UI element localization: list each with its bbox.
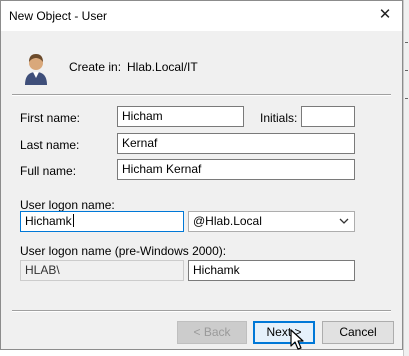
- cancel-button[interactable]: Cancel: [322, 321, 394, 344]
- separator: [12, 94, 391, 96]
- back-button[interactable]: < Back: [177, 321, 247, 344]
- text-caret: [72, 214, 74, 227]
- initials-input[interactable]: [301, 106, 355, 127]
- first-name-label: First name:: [20, 111, 81, 125]
- user-icon: [25, 54, 47, 85]
- mouse-pointer-icon: [290, 329, 304, 350]
- separator: [12, 310, 391, 312]
- logon-name-input[interactable]: Hichamk: [20, 211, 184, 232]
- upn-suffix-select[interactable]: @Hlab.Local: [188, 211, 355, 232]
- pre2000-logon-input[interactable]: Hichamk: [188, 260, 355, 281]
- background-tick: [405, 98, 408, 99]
- create-in-path: Hlab.Local/IT: [127, 60, 198, 74]
- last-name-input[interactable]: Kernaf: [117, 133, 355, 154]
- background-tick: [405, 70, 408, 71]
- close-button[interactable]: ✕: [374, 5, 396, 25]
- create-in-label: Create in:: [69, 60, 122, 74]
- last-name-label: Last name:: [20, 138, 80, 152]
- full-name-label: Full name:: [20, 164, 77, 178]
- background-tick: [405, 42, 408, 43]
- logon-name-label: User logon name:: [20, 198, 115, 212]
- pre2000-domain-field: HLAB\: [20, 260, 184, 281]
- initials-label: Initials:: [260, 111, 298, 125]
- first-name-input[interactable]: Hicham: [117, 106, 244, 127]
- full-name-input[interactable]: Hicham Kernaf: [117, 159, 355, 180]
- background-window-edge: [403, 0, 409, 356]
- chevron-down-icon: [339, 218, 349, 224]
- title-bar: New Object - User ✕: [1, 1, 402, 31]
- logon-name-value: Hichamk: [25, 214, 72, 228]
- pre2000-label: User logon name (pre-Windows 2000):: [20, 244, 227, 258]
- dialog-title: New Object - User: [9, 9, 108, 23]
- upn-suffix-value: @Hlab.Local: [193, 214, 262, 228]
- new-user-dialog: New Object - User ✕ Create in: Hlab.Loca…: [0, 0, 403, 350]
